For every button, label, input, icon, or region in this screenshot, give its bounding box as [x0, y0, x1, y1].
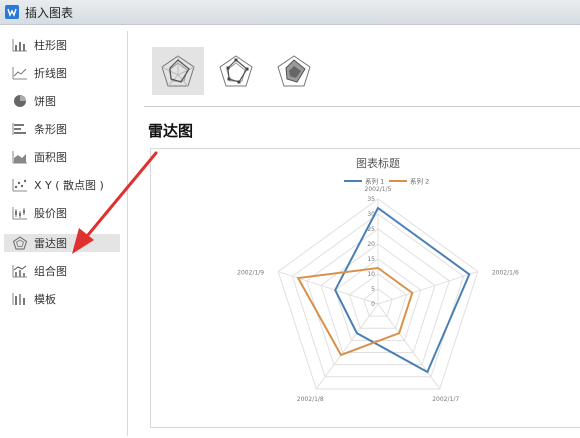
tick-label: 5	[371, 286, 375, 293]
sidebar-item-scatter[interactable]: X Y ( 散点图 )	[4, 176, 120, 194]
grid-spoke	[277, 271, 379, 305]
bar-chart-icon	[12, 123, 26, 135]
sidebar-item-column[interactable]: 柱形图	[4, 36, 120, 54]
sidebar-item-label: 组合图	[34, 265, 67, 278]
subtype-radar-basic[interactable]	[152, 47, 204, 95]
section-title: 雷达图	[148, 122, 194, 140]
legend-label-series-2: 系列 2	[410, 177, 429, 186]
sidebar-item-label: 模板	[34, 293, 56, 306]
sidebar-item-label: 折线图	[34, 67, 67, 80]
area-chart-icon	[12, 151, 27, 164]
dialog-body: 柱形图 折线图 饼图 条形图 面积图 X Y ( 散点图 ) 股价图 雷达图 组…	[0, 25, 580, 438]
stock-chart-icon	[12, 207, 27, 220]
category-label: 2002/1/7	[432, 396, 459, 403]
chart-preview-area: 雷达图 图表标题 系列 1 系列 2 0 5 10 15 20 25 30 35 2002/1…	[128, 31, 580, 436]
radar-chart: 图表标题 系列 1 系列 2 05101520253035 2002/1/520…	[237, 156, 519, 403]
line-chart-icon	[12, 67, 27, 80]
scatter-chart-icon	[12, 179, 27, 192]
radar-markers-icon	[219, 55, 253, 87]
sidebar-item-label: 柱形图	[34, 39, 67, 52]
title-bar: 插入图表	[0, 0, 580, 25]
grid-spoke	[315, 303, 379, 390]
column-chart-icon	[12, 39, 27, 52]
category-label: 2002/1/8	[297, 396, 324, 403]
pie-chart-icon	[14, 95, 26, 107]
sidebar-item-label: 条形图	[34, 123, 67, 136]
chart-title: 图表标题	[356, 156, 400, 170]
subtype-radar-markers[interactable]	[210, 47, 262, 95]
window-title: 插入图表	[25, 5, 74, 20]
subtype-radar-filled[interactable]	[268, 47, 320, 95]
radar-basic-icon	[161, 55, 195, 87]
sidebar-item-radar[interactable]: 雷达图	[4, 234, 120, 252]
sidebar-item-area[interactable]: 面积图	[4, 148, 120, 166]
category-label: 2002/1/9	[237, 270, 264, 277]
sidebar-item-label: 面积图	[34, 151, 67, 164]
tick-label: 15	[367, 256, 375, 263]
combo-chart-icon	[12, 265, 27, 278]
category-label: 2002/1/6	[492, 270, 519, 277]
sidebar-item-line[interactable]: 折线图	[4, 64, 120, 82]
sidebar-item-label: X Y ( 散点图 )	[34, 179, 104, 192]
chart-type-sidebar: 柱形图 折线图 饼图 条形图 面积图 X Y ( 散点图 ) 股价图 雷达图 组…	[4, 31, 128, 436]
chart-legend: 系列 1 系列 2	[344, 177, 429, 186]
app-logo-icon	[5, 5, 19, 19]
radar-filled-icon	[277, 55, 311, 87]
template-icon	[12, 293, 25, 305]
sidebar-item-combo[interactable]: 组合图	[4, 262, 120, 280]
divider	[144, 106, 580, 107]
tick-label: 20	[367, 241, 375, 248]
radar-chart-icon	[12, 236, 28, 250]
sidebar-item-label: 雷达图	[34, 237, 67, 250]
tick-label: 0	[371, 301, 375, 308]
radar-tick-labels: 05101520253035	[367, 196, 375, 308]
sidebar-item-label: 股价图	[34, 207, 67, 220]
grid-spoke	[377, 303, 441, 390]
sidebar-item-stock[interactable]: 股价图	[4, 204, 120, 222]
category-label: 2002/1/5	[365, 186, 392, 193]
tick-label: 10	[367, 271, 375, 278]
sidebar-item-pie[interactable]: 饼图	[4, 92, 120, 110]
radar-chart-preview: 图表标题 系列 1 系列 2 0 5 10 15 20 25 30 35 2002/1/5 20…	[150, 148, 580, 428]
sidebar-item-label: 饼图	[34, 95, 56, 108]
legend-label-series-1: 系列 1	[365, 177, 384, 186]
sidebar-item-bar[interactable]: 条形图	[4, 120, 120, 138]
tick-label: 35	[367, 196, 375, 203]
sidebar-item-template[interactable]: 模板	[4, 290, 120, 308]
